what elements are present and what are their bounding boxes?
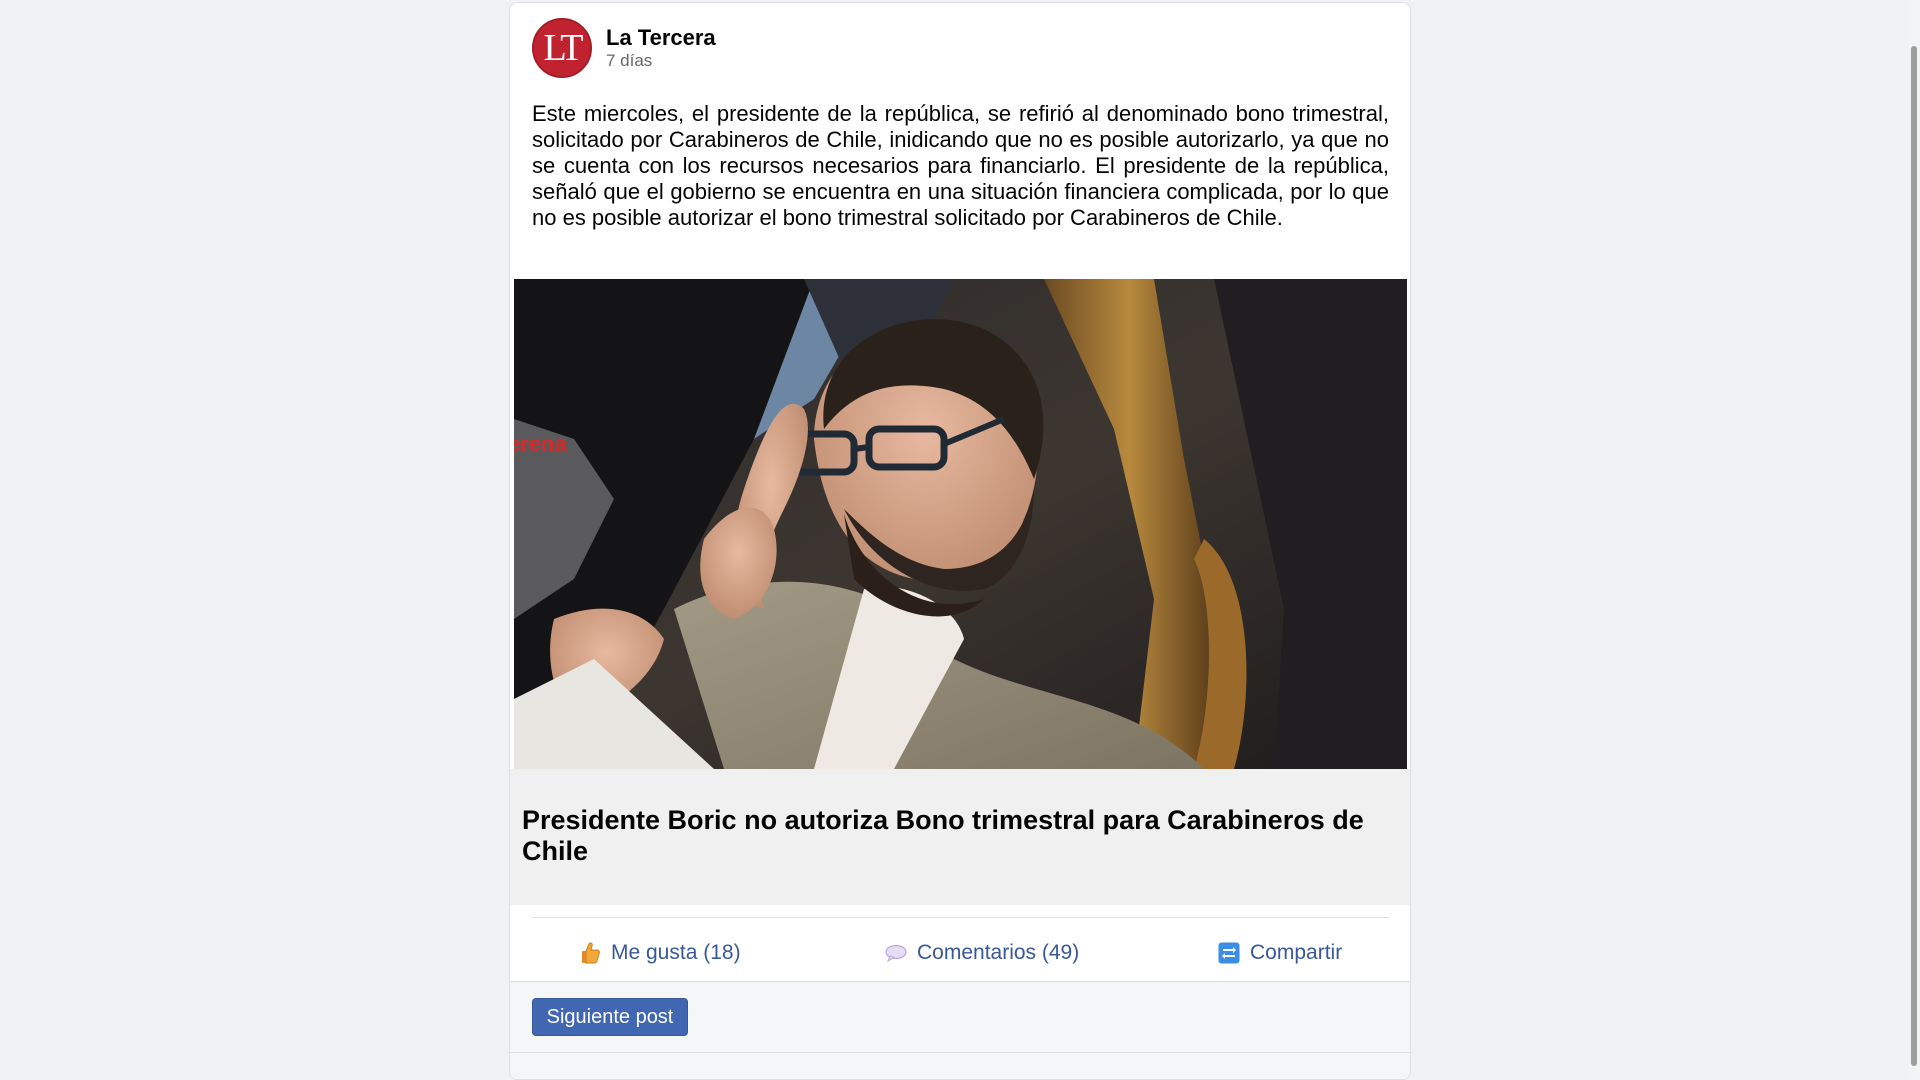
link-preview[interactable]: Presidente Boric no autoriza Bono trimes… <box>510 769 1410 905</box>
share-label: Compartir <box>1250 941 1343 964</box>
footer-divider <box>510 1052 1410 1053</box>
thumbs-up-icon <box>581 942 601 964</box>
share-icon <box>1218 942 1240 964</box>
post-actions: Me gusta (18) Comentarios (49) Compartir <box>510 933 1410 973</box>
post-header: LT La Tercera 7 días <box>532 18 716 78</box>
scrollbar-thumb[interactable] <box>1911 46 1917 1066</box>
header-text: La Tercera 7 días <box>606 25 716 71</box>
avatar[interactable]: LT <box>532 18 592 78</box>
share-button[interactable]: Compartir <box>1218 933 1342 973</box>
like-button[interactable]: Me gusta (18) <box>581 933 741 973</box>
page-name[interactable]: La Tercera <box>606 25 716 51</box>
comment-label: Comentarios (49) <box>917 941 1080 964</box>
post-card: LT La Tercera 7 días Este miercoles, el … <box>509 2 1411 1080</box>
like-label: Me gusta (18) <box>611 941 741 964</box>
page: LT La Tercera 7 días Este miercoles, el … <box>0 0 1920 1080</box>
post-timestamp[interactable]: 7 días <box>606 51 716 71</box>
actions-divider <box>532 917 1389 918</box>
speech-bubble-icon <box>885 944 907 962</box>
image-watermark: erena <box>514 431 567 456</box>
post-footer: Siguiente post <box>510 981 1410 1079</box>
page-scrollbar[interactable] <box>1908 0 1920 1080</box>
link-preview-title[interactable]: Presidente Boric no autoriza Bono trimes… <box>522 805 1392 867</box>
post-body-text: Este miercoles, el presidente de la repú… <box>532 101 1389 230</box>
post-photo[interactable]: erena <box>514 279 1407 769</box>
comment-button[interactable]: Comentarios (49) <box>885 933 1079 973</box>
next-post-button[interactable]: Siguiente post <box>532 998 688 1036</box>
